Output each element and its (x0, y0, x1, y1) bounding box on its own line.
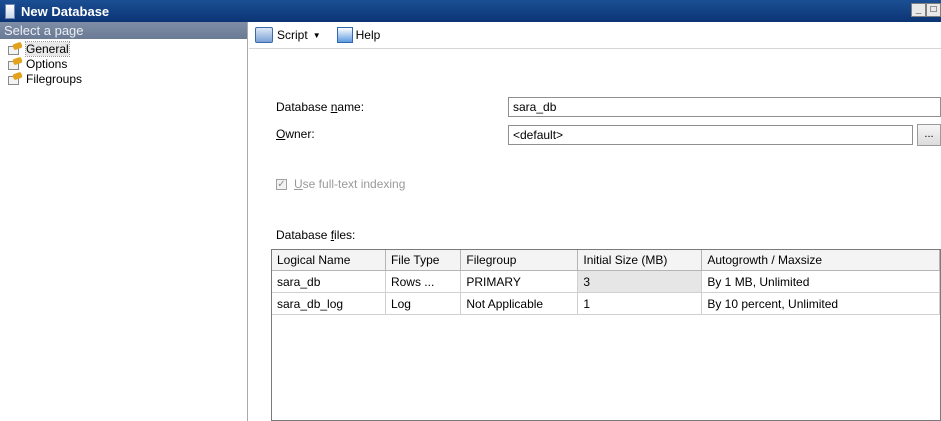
help-label: Help (355, 28, 381, 42)
label-text: se full-text indexing (302, 177, 406, 191)
header-row: Logical Name File Type Filegroup Initial… (272, 250, 940, 271)
page-item-filegroups[interactable]: Filegroups (0, 71, 247, 86)
column-header-autogrowth[interactable]: Autogrowth / Maxsize (701, 250, 940, 271)
label-accelerator: O (276, 127, 286, 141)
database-files-grid[interactable]: Logical Name File Type Filegroup Initial… (271, 249, 941, 421)
page-icon (8, 56, 23, 70)
cell-autogrowth[interactable]: By 10 percent, Unlimited (701, 292, 940, 315)
page-icon (8, 71, 23, 85)
owner-input[interactable]: <default> (508, 125, 913, 145)
label-text: Database (276, 100, 331, 114)
toolbar: Script ▼ Help (249, 22, 941, 49)
files-table: Logical Name File Type Filegroup Initial… (272, 250, 940, 315)
column-header-file-type[interactable]: File Type (385, 250, 462, 271)
column-header-initial-size[interactable]: Initial Size (MB) (577, 250, 703, 271)
label-text: iles: (334, 228, 356, 242)
dropdown-arrow-icon[interactable]: ▼ (313, 31, 321, 40)
cell-file-type[interactable]: Log (385, 292, 462, 315)
help-icon (336, 27, 353, 43)
database-icon (5, 3, 15, 19)
minimize-button[interactable]: _ (911, 3, 926, 17)
label-accelerator: U (294, 177, 303, 191)
cell-logical-name[interactable]: sara_db (272, 270, 386, 293)
cell-initial-size[interactable]: 1 (577, 292, 703, 315)
fulltext-indexing-checkbox-row[interactable]: ✓ Use full-text indexing (276, 177, 405, 191)
page-item-general[interactable]: General (0, 40, 247, 57)
label-text: ame: (337, 100, 365, 114)
cell-filegroup[interactable]: Not Applicable (460, 292, 579, 315)
general-page: Script ▼ Help Database name: sara_db Own… (249, 22, 941, 421)
database-name-input[interactable]: sara_db (508, 97, 941, 117)
column-header-filegroup[interactable]: Filegroup (460, 250, 579, 271)
cell-autogrowth[interactable]: By 1 MB, Unlimited (701, 270, 940, 293)
page-item-label: General (25, 40, 70, 57)
window-title: New Database (21, 3, 110, 19)
script-icon (255, 27, 273, 43)
cell-logical-name[interactable]: sara_db_log (272, 292, 386, 315)
script-label: Script (277, 28, 308, 42)
page-item-label: Options (26, 56, 68, 71)
fulltext-indexing-checkbox[interactable]: ✓ (276, 178, 287, 190)
title-bar: New Database _ □ (0, 0, 941, 22)
database-name-label: Database name: (276, 100, 364, 114)
select-page-header: Select a page (0, 22, 247, 39)
cell-file-type[interactable]: Rows ... (385, 270, 462, 293)
cell-filegroup[interactable]: PRIMARY (460, 270, 579, 293)
page-item-label: Filegroups (26, 71, 83, 86)
fulltext-indexing-label: Use full-text indexing (294, 177, 405, 191)
browse-owner-button[interactable]: ... (917, 124, 941, 146)
label-text: Database (276, 228, 331, 242)
database-files-label: Database files: (276, 228, 355, 242)
maximize-button[interactable]: □ (926, 3, 941, 17)
page-icon (8, 41, 23, 55)
cell-initial-size[interactable]: 3 (577, 270, 703, 293)
table-row[interactable]: sara_db Rows ... PRIMARY 3 By 1 MB, Unli… (272, 270, 940, 293)
table-row[interactable]: sara_db_log Log Not Applicable 1 By 10 p… (272, 292, 940, 315)
help-button[interactable]: Help (327, 27, 381, 43)
label-text: wner: (285, 127, 315, 141)
page-item-options[interactable]: Options (0, 56, 247, 71)
script-button[interactable]: Script ▼ (255, 27, 321, 43)
column-header-logical-name[interactable]: Logical Name (272, 250, 386, 271)
page-selector-pane: Select a page General Options Filegroups (0, 22, 248, 421)
owner-label: Owner: (276, 127, 315, 141)
